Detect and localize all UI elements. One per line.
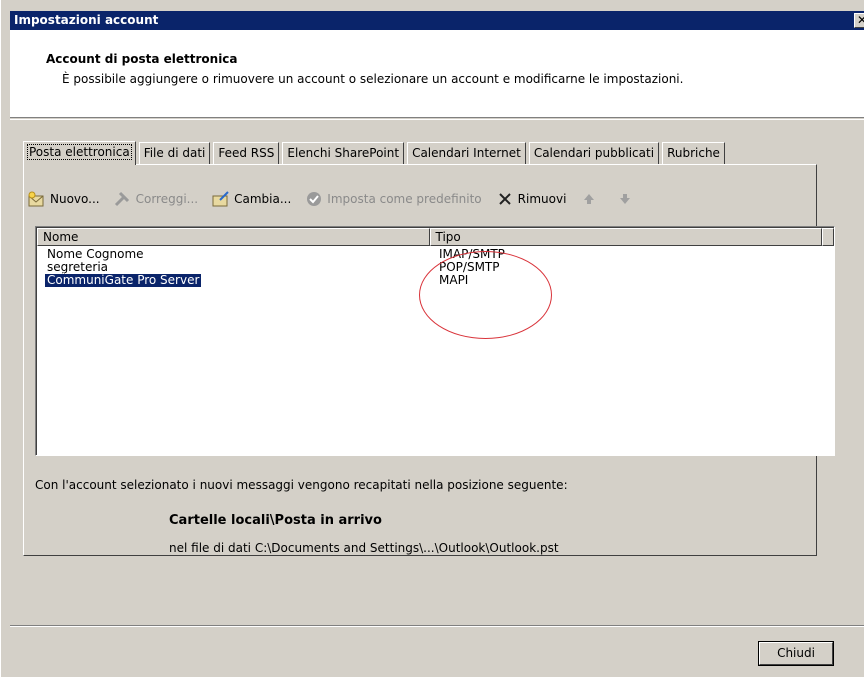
column-header-filler [822,228,834,246]
account-list[interactable]: Nome Tipo Nome Cognome IMAP/SMTP segrete… [35,226,835,456]
delivery-folder: Cartelle locali\Posta in arrivo [169,513,382,528]
annotation-circle [419,251,552,339]
new-button[interactable]: Nuovo... [28,190,100,208]
dialog-content: Posta elettronica File di dati Feed RSS … [10,119,864,677]
tab-email-label: Posta elettronica [27,144,132,160]
arrow-up-icon [580,190,598,208]
check-icon [305,190,323,208]
tab-address-books-label: Rubriche [667,146,720,160]
tab-address-books[interactable]: Rubriche [662,142,725,164]
move-down-button[interactable] [616,190,638,208]
table-row[interactable]: Nome Cognome IMAP/SMTP [37,248,834,261]
dialog-header: Account di posta elettronica È possibile… [10,30,864,118]
account-list-header: Nome Tipo [37,228,834,246]
footer-separator [10,625,864,627]
tab-sharepoint-lists-label: Elenchi SharePoint [287,146,400,160]
header-description: È possibile aggiungere o rimuovere un ac… [62,72,684,86]
delivery-file: nel file di dati C:\Documents and Settin… [169,541,559,555]
remove-button-label: Rimuovi [517,192,567,206]
set-default-button-label: Imposta come predefinito [327,192,482,206]
move-up-button[interactable] [580,190,602,208]
tab-published-calendars-label: Calendari pubblicati [533,146,655,160]
change-button[interactable]: Cambia... [212,190,291,208]
delivery-intro: Con l'account selezionato i nuovi messag… [35,478,568,492]
title-bar: Impostazioni account ✕ [10,11,864,30]
tab-published-calendars[interactable]: Calendari pubblicati [528,142,660,164]
set-default-button[interactable]: Imposta come predefinito [305,190,482,208]
arrow-down-icon [616,190,634,208]
column-header-name[interactable]: Nome [37,228,430,246]
tab-data-files-label: File di dati [143,146,206,160]
tab-rss-feeds-label: Feed RSS [218,146,275,160]
tab-internet-calendars[interactable]: Calendari Internet [407,142,526,164]
change-icon [212,190,230,208]
new-account-icon [28,190,46,208]
remove-icon [496,190,514,208]
tab-strip: Posta elettronica File di dati Feed RSS … [23,141,728,165]
tab-email[interactable]: Posta elettronica [23,141,136,165]
tab-rss-feeds[interactable]: Feed RSS [213,142,280,164]
close-button-label: Chiudi [777,646,815,660]
tab-sharepoint-lists[interactable]: Elenchi SharePoint [282,142,405,164]
remove-button[interactable]: Rimuovi [496,190,567,208]
column-header-type[interactable]: Tipo [429,228,822,246]
account-name: CommuniGate Pro Server [43,273,203,288]
window-title: Impostazioni account [14,13,159,27]
tab-data-files[interactable]: File di dati [138,142,211,164]
new-button-label: Nuovo... [50,192,100,206]
close-button[interactable]: Chiudi [758,641,834,666]
change-button-label: Cambia... [234,192,292,206]
repair-icon [114,190,132,208]
repair-button-label: Correggi... [135,192,199,206]
close-icon: ✕ [856,13,864,27]
close-window-button[interactable]: ✕ [854,13,864,28]
account-list-inner: Nome Tipo Nome Cognome IMAP/SMTP segrete… [36,227,834,455]
header-title: Account di posta elettronica [46,52,238,66]
account-settings-window: Impostazioni account ✕ Account di posta … [0,0,864,677]
tab-internet-calendars-label: Calendari Internet [412,146,521,160]
account-toolbar: Nuovo... Correggi... Cambia... Imposta c… [28,188,652,210]
repair-button[interactable]: Correggi... [114,190,199,208]
